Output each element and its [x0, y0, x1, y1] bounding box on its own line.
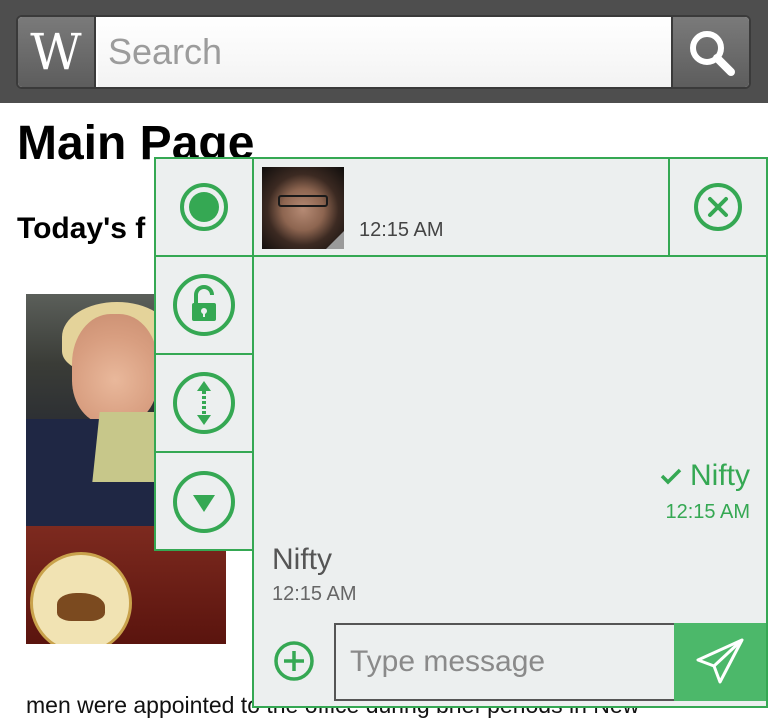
top-bar: W [0, 0, 768, 103]
unlock-icon [173, 274, 235, 336]
avatar-glasses [278, 195, 328, 207]
send-button[interactable] [674, 623, 766, 701]
avatar[interactable] [262, 167, 344, 249]
photo-seal [30, 552, 132, 644]
message-timestamp: 12:15 AM [272, 583, 357, 605]
search-input[interactable] [98, 17, 672, 87]
message-input[interactable] [334, 623, 674, 701]
message-text: Nifty [272, 543, 332, 576]
avatar-corner [326, 231, 344, 249]
wikipedia-logo-button[interactable]: W [18, 17, 96, 87]
message-timestamp: 12:15 AM [665, 501, 750, 523]
add-attachment-button[interactable] [272, 639, 316, 683]
status-button[interactable] [156, 159, 252, 257]
check-icon [660, 468, 682, 485]
search-bar: W [16, 15, 751, 89]
resize-vertical-icon [173, 372, 235, 434]
chat-header: 12:15 AM [252, 157, 670, 257]
search-button[interactable] [671, 17, 749, 87]
message-outgoing: Nifty 12:15 AM [660, 459, 750, 524]
search-icon [690, 31, 735, 76]
send-icon [696, 638, 744, 684]
resize-button[interactable] [156, 355, 252, 453]
collapse-down-icon [173, 471, 235, 533]
message-outgoing-line: Nifty [660, 459, 750, 493]
message-text: Nifty [690, 459, 750, 492]
header-timestamp: 12:15 AM [359, 219, 444, 241]
message-incoming: Nifty 12:15 AM [272, 543, 357, 606]
close-icon [694, 183, 742, 231]
collapse-button[interactable] [156, 453, 252, 551]
wikipedia-logo-icon: W [30, 23, 82, 81]
add-attachment-icon [274, 641, 314, 681]
featured-article-heading: Today's f [17, 212, 146, 245]
chat-side-toolbar [154, 157, 254, 551]
unlock-button[interactable] [156, 257, 252, 355]
chat-body: Nifty 12:15 AM Nifty 12:15 AM [252, 255, 768, 708]
status-dot-icon [180, 183, 228, 231]
compose-bar [254, 621, 766, 701]
photo-face [72, 314, 158, 424]
close-chat-button[interactable] [668, 157, 768, 257]
